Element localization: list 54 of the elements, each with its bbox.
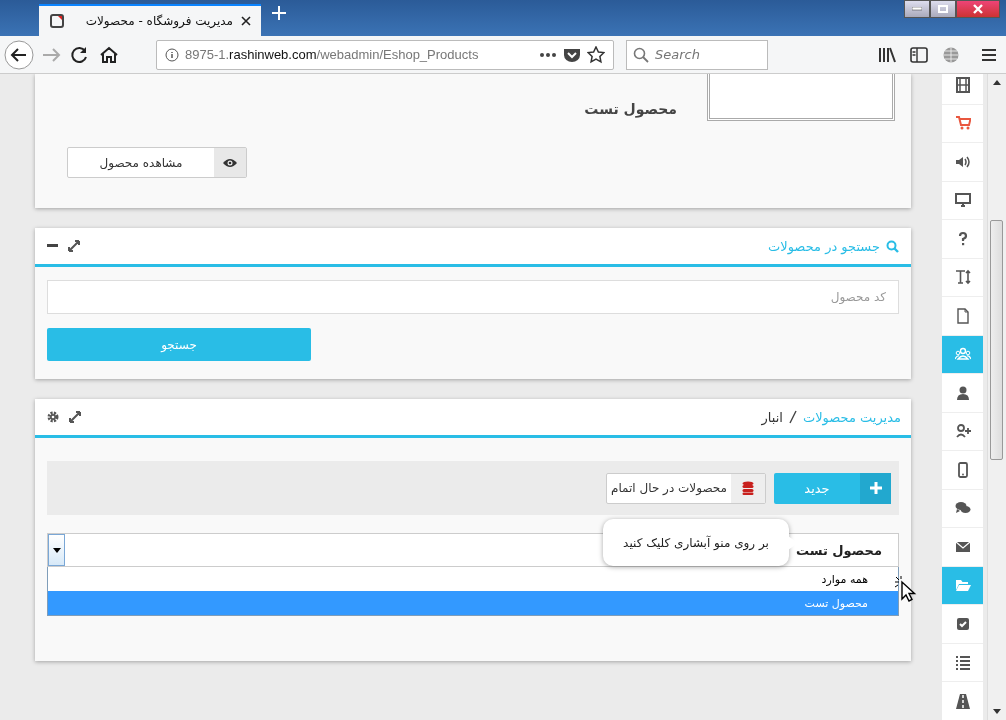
product-name: محصول تست xyxy=(584,101,677,117)
maximize-icon[interactable] xyxy=(930,0,956,18)
dropdown-arrow-icon[interactable] xyxy=(52,547,61,553)
list-icon xyxy=(954,654,971,671)
scrollbar[interactable] xyxy=(987,74,1006,720)
minimize-icon[interactable] xyxy=(47,244,58,248)
pocket-icon[interactable] xyxy=(563,46,581,63)
monitor-icon xyxy=(954,192,971,209)
text-height-icon xyxy=(954,269,971,286)
breadcrumb-separator xyxy=(788,410,797,424)
user-icon xyxy=(954,384,971,401)
view-product-button[interactable]: مشاهده محصول xyxy=(67,147,247,178)
info-icon xyxy=(165,47,179,62)
google-plus-icon xyxy=(954,423,971,440)
menu-icon[interactable] xyxy=(980,46,998,63)
cart-icon xyxy=(954,115,971,132)
plus-icon xyxy=(869,482,882,494)
search-icon xyxy=(886,239,899,253)
sidebar-item[interactable] xyxy=(942,74,984,105)
back-icon[interactable] xyxy=(4,39,34,70)
dropdown-option[interactable]: همه موارد xyxy=(48,567,898,591)
close-icon[interactable] xyxy=(956,0,1000,18)
search-icon xyxy=(633,46,649,63)
library-icon[interactable] xyxy=(878,46,896,63)
film-icon xyxy=(954,76,971,93)
more-icon[interactable] xyxy=(539,51,557,58)
checkbox-icon xyxy=(954,615,971,632)
minimize-icon[interactable] xyxy=(904,0,930,18)
database-icon xyxy=(742,481,754,495)
scroll-down-icon[interactable] xyxy=(993,709,1002,714)
search-field[interactable]: Search xyxy=(626,39,768,70)
eye-icon xyxy=(222,157,238,168)
scrollbar-thumb[interactable] xyxy=(990,220,1004,460)
running-out-products-button[interactable]: محصولات در حال اتمام xyxy=(606,472,766,504)
breadcrumb-current: انبار xyxy=(761,409,783,425)
browser-tab[interactable]: مدیریت فروشگاه - محصولات xyxy=(39,4,261,36)
close-icon[interactable] xyxy=(241,16,251,26)
settings-icon[interactable] xyxy=(47,411,59,423)
expand-icon[interactable] xyxy=(69,411,81,423)
road-icon xyxy=(954,692,971,709)
site-logo-icon xyxy=(49,13,65,29)
expand-icon[interactable] xyxy=(68,240,80,252)
scroll-up-icon[interactable] xyxy=(993,80,1002,85)
globe-icon[interactable] xyxy=(942,45,960,64)
users-icon xyxy=(954,346,971,363)
sidebar-icon[interactable] xyxy=(910,46,928,63)
folder-icon xyxy=(954,577,971,594)
home-icon[interactable] xyxy=(98,44,120,65)
tab-title: مدیریت فروشگاه - محصولات xyxy=(84,14,233,28)
address-bar[interactable]: 8975-1.rashinweb.com/webadmin/Eshop_Products xyxy=(156,39,614,70)
star-icon[interactable] xyxy=(587,45,605,64)
document-icon xyxy=(954,307,971,324)
panel-title: جستجو در محصولات xyxy=(768,238,880,254)
product-code-field[interactable]: کد محصول xyxy=(47,280,899,314)
